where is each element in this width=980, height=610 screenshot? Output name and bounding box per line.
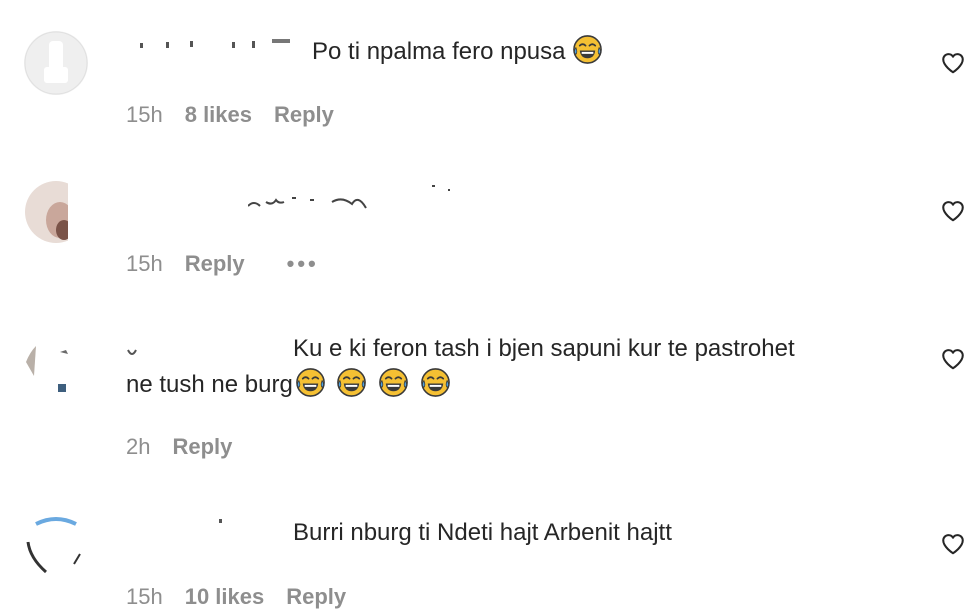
comment-text-continued: ne tush ne burg [126,367,451,402]
heart-icon[interactable] [940,531,966,557]
comment-timestamp: 15h [126,584,163,609]
comment-text: Ku e ki feron tash i bjen sapuni kur te … [293,335,795,362]
comment-timestamp: 15h [126,102,163,127]
avatar[interactable] [24,180,88,244]
more-options-button[interactable]: ••• [287,251,319,277]
comment-item: Po ti npalma fero npusa 15h 8 likes Repl… [0,0,980,150]
username-redacted[interactable] [126,346,166,360]
username-redacted[interactable] [248,180,468,212]
reply-button[interactable]: Reply [185,251,245,277]
avatar-photo-icon [25,180,88,244]
comment-meta: 2h Reply [126,434,232,460]
avatar-silhouette-icon [24,31,88,95]
heart-icon[interactable] [940,50,966,76]
comment-meta: 15h Reply ••• [126,251,319,277]
comment-item: Ku e ki feron tash i bjen sapuni kur te … [0,300,980,490]
comment-item: Burri nburg ti Ndeti hajt Arbenit hajtt … [0,490,980,609]
comment-timestamp: 2h [126,434,151,459]
comment-meta: 15h 8 likes Reply [126,102,334,128]
comment-item: 15h Reply ••• [0,150,980,300]
avatar-photo-icon [24,332,88,396]
face-with-tears-of-joy-icon [420,367,451,398]
face-with-tears-of-joy-icon [572,34,603,65]
face-with-tears-of-joy-icon [295,367,326,398]
face-with-tears-of-joy-icon [378,367,409,398]
reply-button[interactable]: Reply [286,584,346,610]
likes-count[interactable]: 10 likes [185,584,265,610]
username-redacted[interactable] [140,38,305,52]
username-redacted[interactable] [216,516,226,526]
comment-text: Burri nburg ti Ndeti hajt Arbenit hajtt [293,519,672,546]
heart-icon[interactable] [940,198,966,224]
heart-icon[interactable] [940,346,966,372]
avatar-photo-icon [24,514,88,578]
reply-button[interactable]: Reply [274,102,334,128]
avatar[interactable] [24,514,88,578]
avatar[interactable] [24,332,88,396]
comment-text: Po ti npalma fero npusa [312,34,603,69]
likes-count[interactable]: 8 likes [185,102,252,128]
comment-timestamp: 15h [126,251,163,276]
avatar[interactable] [24,31,88,95]
comment-meta: 15h 10 likes Reply [126,584,346,610]
reply-button[interactable]: Reply [172,434,232,460]
face-with-tears-of-joy-icon [336,367,367,398]
